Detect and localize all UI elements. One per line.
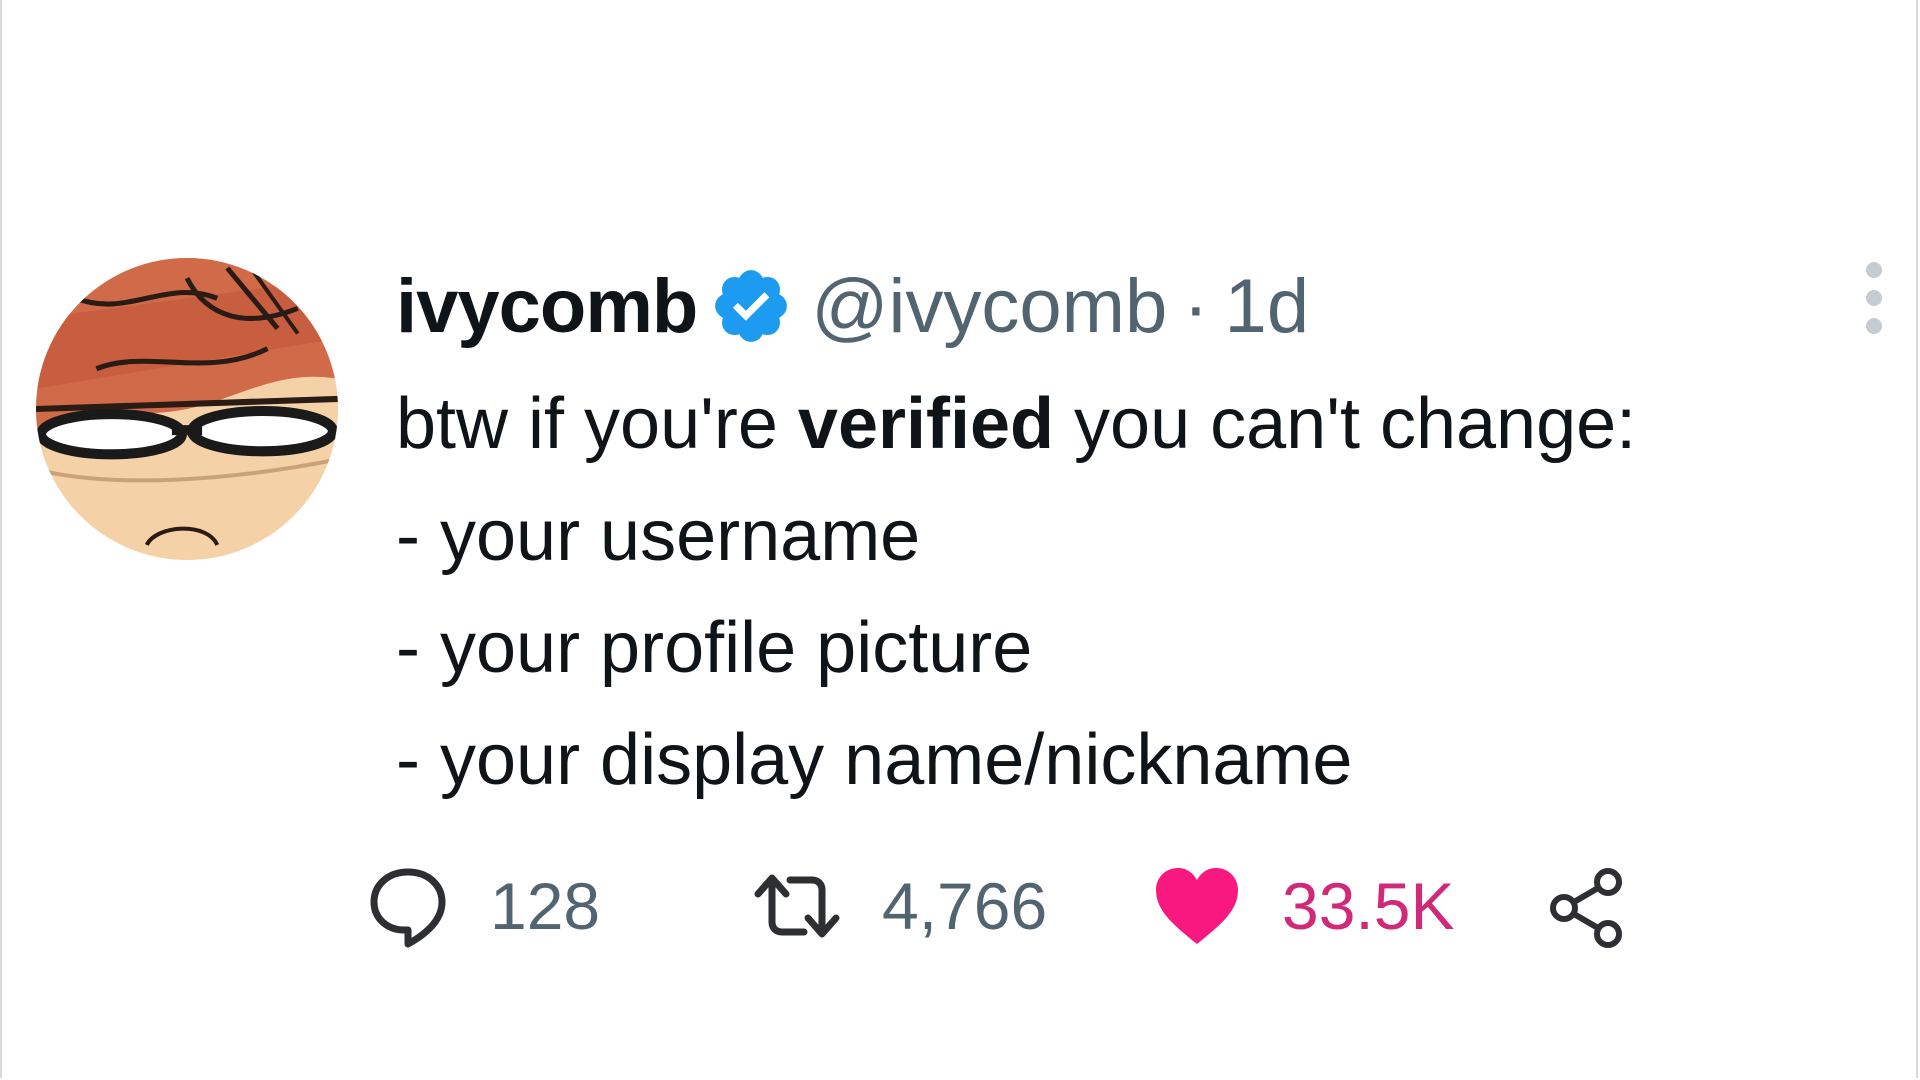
cartoon-face-avatar-icon bbox=[36, 258, 338, 560]
display-name[interactable]: ivycomb bbox=[396, 263, 698, 350]
retweet-icon bbox=[752, 864, 842, 948]
tweet-line-1-post: you can't change: bbox=[1054, 384, 1637, 464]
tweet-line-1-pre: btw if you're bbox=[396, 384, 798, 464]
more-vertical-icon[interactable] bbox=[1856, 258, 1892, 338]
like-count: 33.5K bbox=[1282, 869, 1455, 943]
tweet-line-2: - your username bbox=[396, 496, 921, 576]
reply-count: 128 bbox=[490, 869, 601, 943]
separator-dot: · bbox=[1183, 263, 1209, 349]
tweet-header: ivycomb @ivycomb · 1d bbox=[396, 262, 1309, 350]
tweet-text: btw if you're verified you can't change:… bbox=[396, 368, 1636, 816]
tweet-line-3: - your profile picture bbox=[396, 608, 1033, 688]
user-handle[interactable]: @ivycomb bbox=[811, 263, 1167, 350]
verified-badge-icon bbox=[709, 264, 793, 348]
tweet-actions: 128 4,766 33.5K bbox=[366, 860, 1666, 952]
tweet-line-4: - your display name/nickname bbox=[396, 720, 1353, 800]
tweet-line-1-bold: verified bbox=[797, 384, 1055, 464]
share-icon bbox=[1546, 864, 1630, 948]
retweet-count: 4,766 bbox=[882, 869, 1048, 943]
retweet-button[interactable]: 4,766 bbox=[752, 860, 1047, 952]
tweet-line-1: btw if you're verified you can't change: bbox=[396, 368, 1636, 480]
timestamp[interactable]: 1d bbox=[1225, 263, 1310, 350]
like-button[interactable]: 33.5K bbox=[1152, 860, 1454, 952]
share-button[interactable] bbox=[1546, 860, 1630, 952]
avatar[interactable] bbox=[36, 258, 338, 560]
reply-button[interactable]: 128 bbox=[366, 860, 600, 952]
reply-bubble-icon bbox=[366, 864, 450, 948]
heart-icon bbox=[1152, 864, 1242, 948]
